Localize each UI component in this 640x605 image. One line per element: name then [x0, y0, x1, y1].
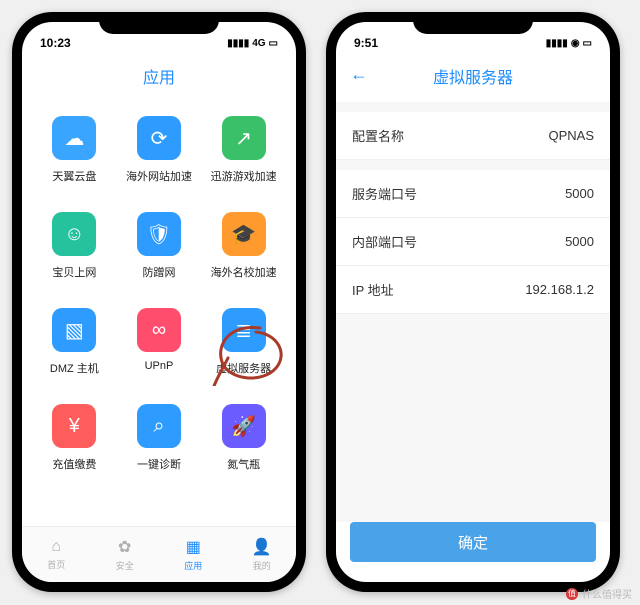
app-web-accel[interactable]: ⟳ 海外网站加速 [117, 108, 202, 204]
app-upnp-label: UPnP [145, 360, 174, 372]
app-game-accel[interactable]: ↗ 迅游游戏加速 [201, 108, 286, 204]
status-time: 9:51 [354, 36, 378, 50]
signal-icon: ▮▮▮▮ [546, 38, 568, 49]
app-upnp-icon: ∞ [137, 308, 181, 352]
app-virtual-server-icon: ≣ [222, 308, 266, 352]
signal-icon: ▮▮▮▮ [227, 38, 249, 49]
app-cloud-icon: ☁ [52, 116, 96, 160]
app-nitro[interactable]: 🚀 氮气瓶 [201, 396, 286, 492]
apps-grid: ☁ 天翼云盘 ⟳ 海外网站加速 ↗ 迅游游戏加速 ☺ 宝贝上网 🛡 防蹭网 🎓 海外名校加速 ▧ DMZ … [22, 102, 296, 526]
page-title: 虚拟服务器 [433, 70, 513, 87]
notch [99, 12, 219, 34]
row-internal-port[interactable]: 内部端口号 5000 [336, 218, 610, 266]
app-web-accel-icon: ⟳ [137, 116, 181, 160]
app-recharge[interactable]: ¥ 充值缴费 [32, 396, 117, 492]
app-dmz-icon: ▧ [52, 308, 96, 352]
app-dmz-label: DMZ 主机 [50, 360, 99, 376]
label-ip: IP 地址 [352, 280, 394, 299]
app-cloud[interactable]: ☁ 天翼云盘 [32, 108, 117, 204]
confirm-wrap: 确定 [336, 522, 610, 582]
tab-home-icon: ⌂ [51, 538, 61, 556]
app-game-accel-icon: ↗ [222, 116, 266, 160]
app-anti-leech-label: 防蹭网 [142, 264, 175, 280]
tab-me-label: 我的 [253, 559, 271, 572]
app-school-accel[interactable]: 🎓 海外名校加速 [201, 204, 286, 300]
value-ip: 192.168.1.2 [525, 282, 594, 297]
value-service-port: 5000 [565, 186, 594, 201]
phone-right: 9:51 ▮▮▮▮ ◉ ▭ ← 虚拟服务器 配置名称 QPNAS 服务端口号 5… [326, 12, 620, 592]
screen-right: 9:51 ▮▮▮▮ ◉ ▭ ← 虚拟服务器 配置名称 QPNAS 服务端口号 5… [336, 22, 610, 582]
tab-security-icon: ✿ [118, 537, 131, 557]
app-web-accel-label: 海外网站加速 [126, 168, 192, 184]
tab-security[interactable]: ✿ 安全 [91, 527, 160, 582]
watermark-logo-icon: 值 [566, 588, 578, 600]
app-anti-leech-icon: 🛡 [137, 212, 181, 256]
label-service-port: 服务端口号 [352, 184, 417, 203]
status-indicators: ▮▮▮▮ ◉ ▭ [546, 38, 592, 49]
page-title: 应用 [22, 56, 296, 102]
tab-home[interactable]: ⌂ 首页 [22, 527, 91, 582]
row-service-port[interactable]: 服务端口号 5000 [336, 170, 610, 218]
app-school-accel-label: 海外名校加速 [211, 264, 277, 280]
battery-icon: ▭ [269, 38, 278, 49]
app-nitro-label: 氮气瓶 [227, 456, 260, 472]
row-ip-address[interactable]: IP 地址 192.168.1.2 [336, 266, 610, 314]
confirm-button[interactable]: 确定 [350, 522, 596, 562]
phone-left: 10:23 ▮▮▮▮ 4G ▭ 应用 ☁ 天翼云盘 ⟳ 海外网站加速 ↗ 迅游游戏加速 ☺ 宝… [12, 12, 306, 592]
tab-me[interactable]: 👤 我的 [228, 527, 297, 582]
status-indicators: ▮▮▮▮ 4G ▭ [227, 38, 278, 49]
app-kids-icon: ☺ [52, 212, 96, 256]
value-config-name: QPNAS [548, 128, 594, 143]
app-game-accel-label: 迅游游戏加速 [211, 168, 277, 184]
row-config-name[interactable]: 配置名称 QPNAS [336, 112, 610, 160]
tab-apps-label: 应用 [184, 559, 202, 572]
app-school-accel-icon: 🎓 [222, 212, 266, 256]
watermark-text: 什么值得买 [582, 586, 632, 601]
header: ← 虚拟服务器 [336, 56, 610, 102]
app-nitro-icon: 🚀 [222, 404, 266, 448]
value-internal-port: 5000 [565, 234, 594, 249]
label-internal-port: 内部端口号 [352, 232, 417, 251]
app-anti-leech[interactable]: 🛡 防蹭网 [117, 204, 202, 300]
app-diagnose-label: 一键诊断 [137, 456, 181, 472]
app-virtual-server-label: 虚拟服务器 [216, 360, 271, 376]
tab-me-icon: 👤 [252, 537, 272, 557]
app-virtual-server[interactable]: ≣ 虚拟服务器 [201, 300, 286, 396]
label-config-name: 配置名称 [352, 126, 404, 145]
status-time: 10:23 [40, 36, 71, 50]
settings-form: 配置名称 QPNAS 服务端口号 5000 内部端口号 5000 IP 地址 1… [336, 102, 610, 522]
notch [413, 12, 533, 34]
app-diagnose-icon: ⌕ [137, 404, 181, 448]
watermark: 值 什么值得买 [566, 586, 632, 601]
app-recharge-label: 充值缴费 [52, 456, 96, 472]
app-dmz[interactable]: ▧ DMZ 主机 [32, 300, 117, 396]
tab-security-label: 安全 [116, 559, 134, 572]
app-upnp[interactable]: ∞ UPnP [117, 300, 202, 396]
app-diagnose[interactable]: ⌕ 一键诊断 [117, 396, 202, 492]
app-kids[interactable]: ☺ 宝贝上网 [32, 204, 117, 300]
app-recharge-icon: ¥ [52, 404, 96, 448]
network-label: 4G [252, 38, 265, 49]
screen-left: 10:23 ▮▮▮▮ 4G ▭ 应用 ☁ 天翼云盘 ⟳ 海外网站加速 ↗ 迅游游戏加速 ☺ 宝… [22, 22, 296, 582]
tab-apps[interactable]: ▦ 应用 [159, 527, 228, 582]
tab-home-label: 首页 [47, 558, 65, 571]
app-kids-label: 宝贝上网 [52, 264, 96, 280]
battery-icon: ▭ [583, 38, 592, 49]
tabbar: ⌂ 首页 ✿ 安全 ▦ 应用 👤 我的 [22, 526, 296, 582]
tab-apps-icon: ▦ [186, 537, 201, 557]
app-cloud-label: 天翼云盘 [52, 168, 96, 184]
back-button[interactable]: ← [350, 64, 368, 85]
wifi-icon: ◉ [571, 38, 580, 49]
